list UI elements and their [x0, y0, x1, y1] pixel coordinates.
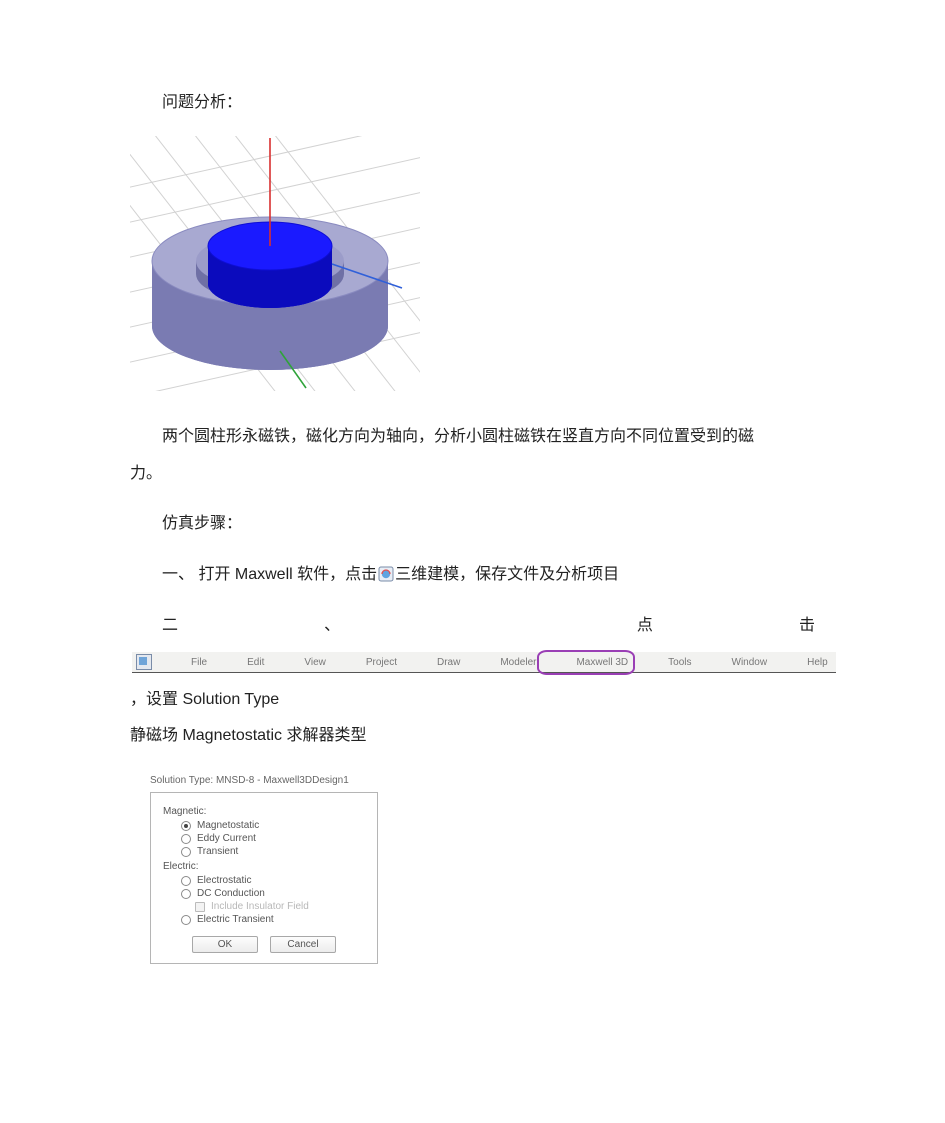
option-label: Electric Transient: [197, 914, 274, 925]
paragraph-description-line2: 力。: [130, 456, 815, 493]
heading-steps: 仿真步骤：: [130, 506, 815, 543]
window-icon: [136, 654, 152, 670]
option-label: Electrostatic: [197, 875, 251, 886]
option-electric-transient[interactable]: Electric Transient: [159, 913, 369, 926]
document-page: 问题分析：: [0, 0, 945, 1024]
step-two-suffix-a: ，设置 Solution Type: [130, 691, 279, 708]
option-label: DC Conduction: [197, 888, 265, 899]
menu-item-project[interactable]: Project: [330, 651, 401, 674]
radio-icon: [181, 821, 191, 831]
radio-icon: [181, 915, 191, 925]
menu-item-file[interactable]: File: [155, 651, 211, 674]
option-label: Include Insulator Field: [211, 901, 309, 912]
menu-item-window[interactable]: Window: [696, 651, 772, 674]
step-one-suffix: 三维建模，保存文件及分析项目: [395, 566, 619, 583]
option-label: Eddy Current: [197, 833, 256, 844]
menu-item-help[interactable]: Help: [771, 651, 832, 674]
step-two-line2: 静磁场 Magnetostatic 求解器类型: [130, 718, 815, 755]
checkbox-icon: [195, 902, 205, 912]
menu-item-draw[interactable]: Draw: [401, 651, 464, 674]
radio-icon: [181, 847, 191, 857]
dialog-button-row: OK Cancel: [159, 936, 369, 953]
paragraph-description-line1: 两个圆柱形永磁铁，磁化方向为轴向，分析小圆柱磁铁在竖直方向不同位置受到的磁: [130, 419, 815, 456]
solution-type-dialog: Solution Type: MNSD-8 - Maxwell3DDesign1…: [150, 775, 378, 964]
heading-problem: 问题分析：: [130, 85, 815, 122]
group-magnetic-label: Magnetic:: [163, 806, 369, 817]
option-label: Transient: [197, 846, 238, 857]
dialog-body: Magnetic: Magnetostatic Eddy Current Tra…: [150, 792, 378, 964]
menubar: File Edit View Project Draw Modeler Maxw…: [132, 652, 836, 673]
option-label: Magnetostatic: [197, 820, 259, 831]
option-electrostatic[interactable]: Electrostatic: [159, 874, 369, 887]
option-transient[interactable]: Transient: [159, 845, 369, 858]
step-two-prefix: 二、 点击: [162, 617, 815, 634]
step-one: 一、 打开 Maxwell 软件，点击 三维建模，保存文件及分析项目: [130, 557, 815, 594]
option-include-insulator-field: Include Insulator Field: [159, 900, 369, 913]
option-eddy-current[interactable]: Eddy Current: [159, 832, 369, 845]
step-one-prefix: 一、 打开 Maxwell 软件，点击: [162, 566, 377, 583]
radio-icon: [181, 889, 191, 899]
step-two-line1: 二、 点击 File Edit View Project Draw Modele…: [130, 608, 815, 718]
menu-item-edit[interactable]: Edit: [211, 651, 268, 674]
menu-item-maxwell3d[interactable]: Maxwell 3D: [540, 651, 632, 674]
option-magnetostatic[interactable]: Magnetostatic: [159, 819, 369, 832]
group-electric-label: Electric:: [163, 861, 369, 872]
cancel-button[interactable]: Cancel: [270, 936, 336, 953]
figure-3d-model: [130, 136, 815, 391]
option-dc-conduction[interactable]: DC Conduction: [159, 887, 369, 900]
maxwell-app-icon: [378, 566, 394, 582]
ok-button[interactable]: OK: [192, 936, 258, 953]
menu-item-modeler[interactable]: Modeler: [464, 651, 540, 674]
menu-item-tools[interactable]: Tools: [632, 651, 695, 674]
dialog-title: Solution Type: MNSD-8 - Maxwell3DDesign1: [150, 775, 378, 786]
radio-icon: [181, 876, 191, 886]
menu-item-view[interactable]: View: [268, 651, 330, 674]
radio-icon: [181, 834, 191, 844]
